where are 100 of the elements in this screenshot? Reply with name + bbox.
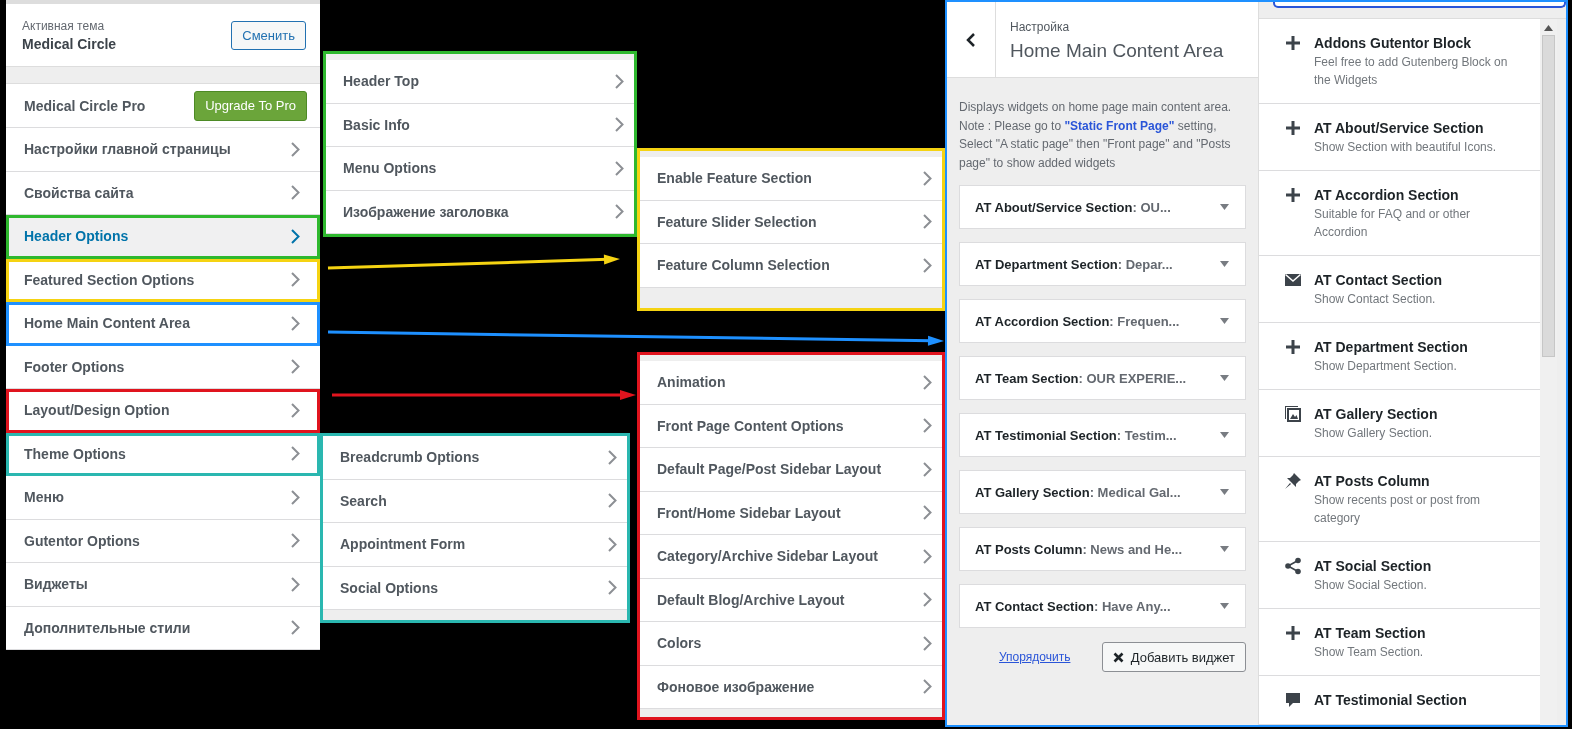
- menu-item[interactable]: Colors: [640, 622, 942, 666]
- chevron-right-icon: [615, 73, 624, 89]
- widget-card[interactable]: AT Accordion Section: Frequen...: [959, 299, 1246, 343]
- menu-item[interactable]: Front Page Content Options: [640, 404, 942, 448]
- chevron-right-icon: [923, 635, 932, 651]
- chevron-right-icon: [291, 620, 300, 636]
- widget-title: AT Social Section: [1314, 557, 1433, 576]
- theme-label: Активная тема: [22, 18, 106, 33]
- plus-icon: [1284, 338, 1302, 356]
- image-icon: [1284, 405, 1302, 423]
- menu-item[interactable]: Front/Home Sidebar Layout: [640, 491, 942, 535]
- pin-icon: [1284, 472, 1302, 490]
- widget-description: Show Department Section.: [1314, 358, 1458, 375]
- menu-item[interactable]: Default Blog/Archive Layout: [640, 578, 942, 622]
- dropdown-arrow-icon: [1220, 603, 1229, 609]
- chevron-right-icon: [608, 449, 617, 465]
- chevron-right-icon: [923, 170, 932, 186]
- menu-item[interactable]: Theme Options: [6, 432, 320, 476]
- chevron-right-icon: [615, 160, 624, 176]
- menu-item[interactable]: Breadcrumb Options: [323, 436, 627, 480]
- widget-option[interactable]: AT Testimonial Section: [1259, 676, 1540, 725]
- section-description: Displays widgets on home page main content area.: [959, 99, 1233, 116]
- chevron-right-icon: [615, 117, 624, 133]
- menu-item[interactable]: Search: [323, 479, 627, 523]
- dropdown-arrow-icon: [1220, 432, 1229, 438]
- chevron-right-icon: [291, 489, 300, 505]
- dropdown-arrow-icon: [1220, 489, 1229, 495]
- reorder-link[interactable]: Упорядочить: [999, 650, 1071, 664]
- dropdown-arrow-icon: [1220, 546, 1229, 552]
- chevron-right-icon: [291, 141, 300, 157]
- widget-description: Show Team Section.: [1314, 644, 1425, 661]
- envelope-icon: [1284, 271, 1302, 289]
- menu-item[interactable]: Menu Options: [326, 147, 634, 191]
- menu-item[interactable]: Social Options: [323, 566, 627, 610]
- menu-item[interactable]: Изображение заголовка: [326, 190, 634, 234]
- widget-card[interactable]: AT Team Section: OUR EXPERIE...: [959, 356, 1246, 400]
- menu-item[interactable]: Feature Column Selection: [640, 244, 942, 288]
- chevron-right-icon: [615, 204, 624, 220]
- chevron-right-icon: [923, 374, 932, 390]
- widget-card[interactable]: AT Posts Column: News and He...: [959, 527, 1246, 571]
- menu-item[interactable]: Animation: [640, 361, 942, 405]
- widget-card[interactable]: AT Department Section: Depar...: [959, 242, 1246, 286]
- dropdown-arrow-icon: [1220, 261, 1229, 267]
- add-widget-button[interactable]: Добавить виджет: [1101, 642, 1246, 672]
- chevron-left-icon: [966, 31, 976, 48]
- close-icon: [1112, 651, 1124, 663]
- static-front-page-link[interactable]: "Static Front Page": [1064, 118, 1175, 133]
- menu-item[interactable]: Enable Feature Section: [640, 157, 942, 201]
- change-theme-button[interactable]: Сменить: [231, 20, 306, 50]
- chevron-right-icon: [291, 272, 300, 288]
- widget-card[interactable]: AT Contact Section: Have Any...: [959, 584, 1246, 628]
- menu-item[interactable]: Appointment Form: [323, 523, 627, 567]
- menu-item[interactable]: Featured Section Options: [6, 258, 320, 302]
- chevron-right-icon: [923, 505, 932, 521]
- theme-name: Medical Circle: [22, 35, 117, 52]
- menu-item[interactable]: Header Options: [6, 215, 320, 259]
- dropdown-arrow-icon: [1220, 204, 1229, 210]
- chevron-right-icon: [923, 418, 932, 434]
- section-title: Home Main Content Area: [1010, 40, 1224, 62]
- widget-title: AT Contact Section: [1314, 271, 1444, 290]
- widget-description: Show Contact Section.: [1314, 291, 1437, 308]
- widget-card[interactable]: AT Testimonial Section: Testim...: [959, 413, 1246, 457]
- share-icon: [1284, 557, 1302, 575]
- chevron-right-icon: [923, 548, 932, 564]
- widget-card[interactable]: AT Gallery Section: Medical Gal...: [959, 470, 1246, 514]
- widget-description: Show Gallery Section.: [1314, 425, 1434, 442]
- scroll-up-icon[interactable]: [1544, 25, 1553, 31]
- menu-item[interactable]: Home Main Content Area: [6, 302, 320, 346]
- dropdown-arrow-icon: [1220, 318, 1229, 324]
- widget-title: AT Accordion Section: [1314, 186, 1460, 205]
- speech-bubble-icon: [1284, 691, 1302, 709]
- menu-item[interactable]: Layout/Design Option: [6, 389, 320, 433]
- widget-title: AT Department Section: [1314, 338, 1469, 357]
- menu-item[interactable]: Header Top: [326, 60, 634, 104]
- chevron-right-icon: [291, 315, 300, 331]
- widget-description: Show Section with beautiful Icons.: [1314, 139, 1498, 156]
- chevron-right-icon: [608, 536, 617, 552]
- widget-title: AT Team Section: [1314, 624, 1427, 643]
- menu-item[interactable]: Фоновое изображение: [640, 665, 942, 709]
- menu-item[interactable]: Default Page/Post Sidebar Layout: [640, 448, 942, 492]
- chevron-right-icon: [923, 679, 932, 695]
- menu-item[interactable]: Feature Slider Selection: [640, 200, 942, 244]
- chevron-right-icon: [291, 533, 300, 549]
- note-text: Note : Please go to "Static Front Page" setting, Select "A static page" then "Front page" and "Posts page" to show added widgets: [959, 117, 1232, 172]
- chevron-right-icon: [291, 359, 300, 375]
- widget-description: Suitable for FAQ and or other Accordion: [1314, 206, 1472, 241]
- widget-title: AT Gallery Section: [1314, 405, 1439, 424]
- chevron-right-icon: [291, 185, 300, 201]
- plus-icon: [1284, 34, 1302, 52]
- menu-item[interactable]: Basic Info: [326, 103, 634, 147]
- widget-description: Show Social Section.: [1314, 577, 1428, 594]
- widget-card[interactable]: AT About/Service Section: OU...: [959, 185, 1246, 229]
- breadcrumb: Настройка: [1010, 20, 1071, 34]
- plus-icon: [1284, 186, 1302, 204]
- widget-description: Feel free to add Gutenberg Block on the Widgets: [1314, 54, 1509, 89]
- widget-title: AT Testimonial Section: [1314, 691, 1467, 710]
- menu-item[interactable]: Category/Archive Sidebar Layout: [640, 535, 942, 579]
- plus-icon: [1284, 624, 1302, 642]
- chevron-right-icon: [923, 257, 932, 273]
- widget-title: Addons Gutentor Block: [1314, 34, 1473, 53]
